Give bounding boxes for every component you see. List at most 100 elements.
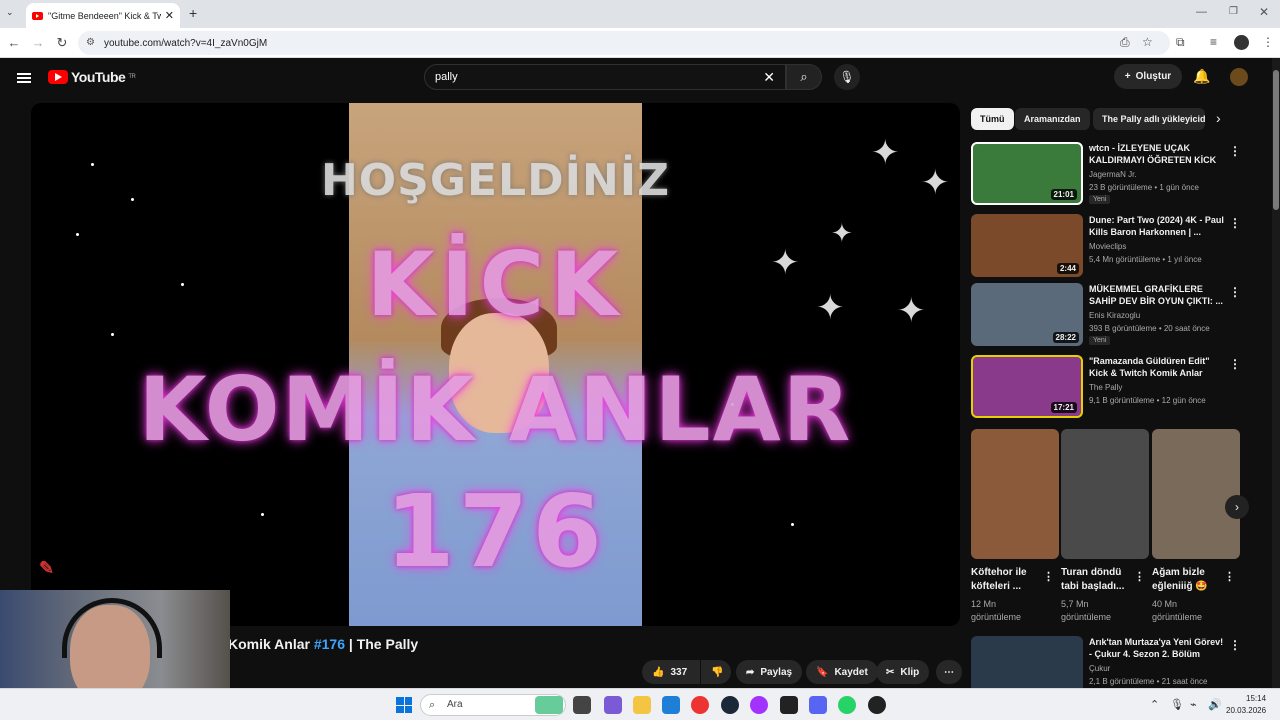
shorts-next-icon[interactable]: › <box>1225 495 1249 519</box>
recommendation-item[interactable]: 2:44 Dune: Part Two (2024) 4K - Paul Kil… <box>971 214 1241 278</box>
new-tab-icon[interactable]: + <box>189 5 197 21</box>
rec-menu-icon[interactable]: ⋮ <box>1229 144 1241 158</box>
recommendation-item[interactable]: Arık'tan Murtaza'ya Yeni Görev! - Çukur … <box>971 636 1241 688</box>
rec-channel[interactable]: Movieclips <box>1089 242 1126 251</box>
recommendation-item[interactable]: 17:21 "Ramazanda Güldüren Edit" Kick & T… <box>971 355 1241 419</box>
rec-menu-icon[interactable]: ⋮ <box>1229 285 1241 299</box>
share-label: Paylaş <box>760 666 793 678</box>
forward-icon[interactable]: → <box>30 35 46 50</box>
browser-tab[interactable]: "Gitme Bendeeen" Kick & Twitch ✕ <box>26 3 180 28</box>
rec-channel[interactable]: Çukur <box>1089 664 1110 673</box>
video-thumbnail[interactable]: 28:22 <box>971 283 1083 346</box>
chrome-icon[interactable] <box>691 696 709 714</box>
short-menu-icon[interactable]: ⋮ <box>1043 570 1054 583</box>
steam-icon[interactable] <box>721 696 739 714</box>
search-input[interactable]: pally ✕ <box>424 64 786 90</box>
rec-channel[interactable]: The Pally <box>1089 383 1122 392</box>
tray-chevron-icon[interactable]: ⌃ <box>1150 698 1159 711</box>
short-title[interactable]: Turan döndü tabi başladı... <box>1061 566 1131 594</box>
whatsapp-icon[interactable] <box>838 696 856 714</box>
minimize-icon[interactable]: — <box>1196 6 1207 18</box>
short-thumbnail[interactable] <box>1061 429 1149 559</box>
app-icon[interactable] <box>780 696 798 714</box>
close-tab-icon[interactable]: ✕ <box>165 9 174 22</box>
mail-icon[interactable] <box>662 696 680 714</box>
rec-title[interactable]: MÜKEMMEL GRAFİKLERE SAHİP DEV BİR OYUN Ç… <box>1089 283 1225 307</box>
video-player[interactable]: ✦ ✦ ✦ ✦ ✦ ✦ HOŞGELDİNİZ KİCK KOMİK ANLAR… <box>31 103 960 626</box>
microphone-tray-icon[interactable]: 🎙 <box>1170 698 1184 711</box>
account-avatar[interactable] <box>1230 68 1248 86</box>
youtube-logo[interactable]: YouTube TR <box>48 69 136 85</box>
hamburger-menu-icon[interactable] <box>17 71 31 85</box>
short-title[interactable]: Ağam bizle eğleniiiğ 🤩 <box>1152 566 1222 594</box>
clip-button[interactable]: ✂ Klip <box>876 660 930 684</box>
rec-menu-icon[interactable]: ⋮ <box>1229 357 1241 371</box>
site-info-icon[interactable]: ⚙ <box>86 37 95 48</box>
short-thumbnail[interactable] <box>1152 429 1240 559</box>
scissors-icon: ✂ <box>886 666 895 678</box>
windows-start-icon[interactable] <box>396 697 412 713</box>
video-thumbnail[interactable]: 2:44 <box>971 214 1083 277</box>
share-button[interactable]: ➦ Paylaş <box>736 660 803 684</box>
maximize-icon[interactable]: ❐ <box>1229 6 1238 17</box>
like-button[interactable]: 👍 337 <box>642 660 700 684</box>
notifications-bell-icon[interactable]: 🔔 <box>1193 68 1210 85</box>
rec-title[interactable]: Dune: Part Two (2024) 4K - Paul Kills Ba… <box>1089 214 1225 238</box>
volume-icon[interactable]: 🔊 <box>1208 698 1222 711</box>
task-view-icon[interactable] <box>573 696 591 714</box>
clock-date: 20.03.2026 <box>1226 706 1267 715</box>
close-window-icon[interactable]: ✕ <box>1259 5 1269 19</box>
back-icon[interactable]: ← <box>6 35 22 50</box>
clear-search-icon[interactable]: ✕ <box>763 65 775 89</box>
rec-menu-icon[interactable]: ⋮ <box>1229 638 1241 652</box>
bookmark-star-icon[interactable]: ☆ <box>1142 35 1153 49</box>
recommendation-item[interactable]: 28:22 MÜKEMMEL GRAFİKLERE SAHİP DEV BİR … <box>971 283 1241 347</box>
reload-icon[interactable]: ↻ <box>54 35 70 51</box>
youtube-favicon-icon <box>32 11 43 20</box>
dislike-button[interactable]: 👎 <box>701 660 731 684</box>
chip-uploader[interactable]: The Pally adlı yükleyicid <box>1093 108 1205 130</box>
more-actions-button[interactable]: ⋯ <box>936 660 962 684</box>
menu-dots-icon[interactable]: ⋮ <box>1262 35 1274 49</box>
extensions-icon[interactable]: ⧉ <box>1176 35 1185 50</box>
tab-list-icon[interactable]: ⌄ <box>6 7 14 18</box>
reading-list-icon[interactable]: ≡ <box>1210 35 1217 49</box>
title-hashtag[interactable]: #176 <box>314 636 345 652</box>
save-button[interactable]: 🔖 Kaydet <box>806 660 878 684</box>
video-thumbnail[interactable]: 21:01 <box>971 142 1083 205</box>
voice-search-button[interactable]: 🎙 <box>834 64 860 90</box>
page-scrollbar[interactable] <box>1272 58 1280 688</box>
url-field[interactable]: ⚙ youtube.com/watch?v=4I_zaVn0GjM <box>78 31 1170 55</box>
recording-app-icon[interactable] <box>868 696 886 714</box>
rec-title[interactable]: Arık'tan Murtaza'ya Yeni Görev! - Çukur … <box>1089 636 1225 660</box>
rec-channel[interactable]: Enis Kirazoglu <box>1089 311 1140 320</box>
short-menu-icon[interactable]: ⋮ <box>1134 570 1145 583</box>
chip-from-search[interactable]: Aramanızdan <box>1015 108 1090 130</box>
discord-icon[interactable] <box>809 696 827 714</box>
widgets-icon[interactable] <box>535 696 563 714</box>
install-icon[interactable]: ⎙ <box>1120 35 1130 50</box>
recommendation-item[interactable]: 21:01 wtcn - İZLEYENE UÇAK KALDIRMAYI ÖĞ… <box>971 142 1241 206</box>
short-thumbnail[interactable] <box>971 429 1059 559</box>
clock-time: 15:14 <box>1246 694 1267 703</box>
short-menu-icon[interactable]: ⋮ <box>1224 570 1235 583</box>
rec-channel[interactable]: JagermaN Jr. <box>1089 170 1137 179</box>
video-thumbnail[interactable] <box>971 636 1083 688</box>
rec-title[interactable]: wtcn - İZLEYENE UÇAK KALDIRMAYI ÖĞRETEN … <box>1089 142 1225 166</box>
chips-next-icon[interactable]: › <box>1216 110 1221 126</box>
profile-avatar[interactable] <box>1234 35 1249 50</box>
search-button[interactable]: ⌕ <box>786 64 822 90</box>
network-icon[interactable]: ⌁ <box>1190 698 1197 711</box>
twitch-obs-icon[interactable] <box>750 696 768 714</box>
rec-title[interactable]: "Ramazanda Güldüren Edit" Kick & Twitch … <box>1089 355 1225 379</box>
rec-menu-icon[interactable]: ⋮ <box>1229 216 1241 230</box>
short-title[interactable]: Köftehor ile köfteleri ... <box>971 566 1041 594</box>
app-store-icon[interactable] <box>604 696 622 714</box>
create-button[interactable]: + Oluştur <box>1114 64 1182 89</box>
save-label: Kaydet <box>834 666 868 678</box>
taskbar-clock[interactable]: 15:14 20.03.2026 <box>1226 693 1266 717</box>
file-explorer-icon[interactable] <box>633 696 651 714</box>
chip-all[interactable]: Tümü <box>971 108 1014 130</box>
clip-label: Klip <box>900 666 920 678</box>
video-thumbnail[interactable]: 17:21 <box>971 355 1083 418</box>
